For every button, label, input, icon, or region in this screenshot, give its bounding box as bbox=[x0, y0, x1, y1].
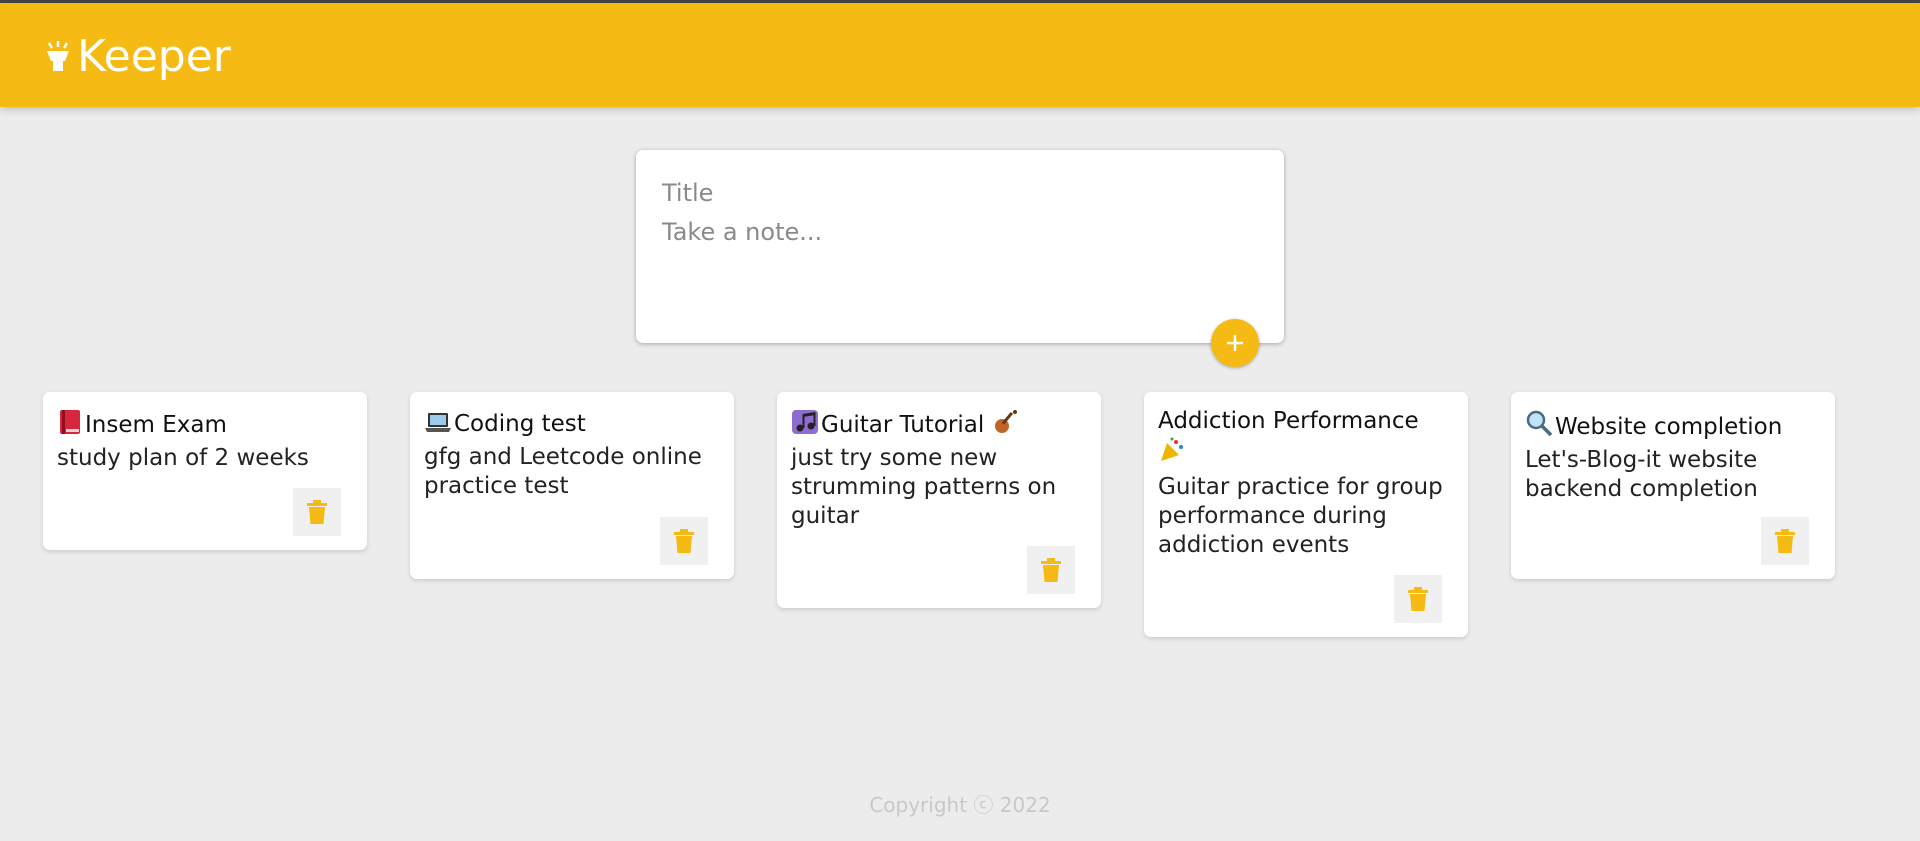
note-card: Insem Exam study plan of 2 weeks bbox=[43, 392, 367, 550]
delete-note-button[interactable] bbox=[660, 517, 708, 565]
trash-icon bbox=[307, 500, 327, 524]
trash-icon bbox=[674, 529, 694, 553]
footer-copyright: Copyright ⓒ 2022 bbox=[869, 793, 1051, 817]
note-content-input[interactable] bbox=[662, 218, 1252, 318]
note-card: Website completion Let's-Blog-it website… bbox=[1511, 392, 1835, 579]
party-popper-icon bbox=[1161, 437, 1183, 461]
trash-icon bbox=[1775, 529, 1795, 553]
note-card: Addiction Performance Guitar practice fo… bbox=[1144, 392, 1468, 637]
music-icon bbox=[792, 410, 818, 434]
delete-note-button[interactable] bbox=[1394, 575, 1442, 623]
add-note-button[interactable] bbox=[1211, 319, 1259, 367]
note-content: Guitar practice for group performance du… bbox=[1158, 474, 1443, 558]
note-title-input[interactable] bbox=[662, 176, 1252, 210]
note-title: Addiction Performance bbox=[1158, 392, 1454, 469]
book-icon bbox=[60, 410, 80, 434]
magnifier-icon bbox=[1526, 410, 1553, 437]
note-title: Website completion bbox=[1525, 392, 1821, 442]
note-content: just try some new strumming patterns on … bbox=[791, 445, 1057, 529]
plus-icon bbox=[1227, 335, 1243, 351]
note-title: Insem Exam bbox=[57, 392, 353, 440]
delete-note-button[interactable] bbox=[1027, 546, 1075, 594]
app-title: Keeper bbox=[77, 31, 231, 82]
note-title: Guitar Tutorial bbox=[791, 392, 1087, 440]
note-content: Let's-Blog-it website backend completion bbox=[1525, 447, 1758, 502]
note-title: Coding test bbox=[424, 392, 720, 439]
violin-icon bbox=[994, 410, 1017, 433]
app-header: Keeper bbox=[0, 3, 1920, 107]
lightbulb-icon bbox=[47, 41, 69, 71]
laptop-icon bbox=[425, 413, 451, 432]
note-card: Guitar Tutorial just try some new strumm… bbox=[777, 392, 1101, 608]
trash-icon bbox=[1041, 558, 1061, 582]
create-note-form bbox=[636, 150, 1284, 343]
delete-note-button[interactable] bbox=[1761, 517, 1809, 565]
note-content: study plan of 2 weeks bbox=[57, 445, 309, 471]
note-card: Coding test gfg and Leetcode online prac… bbox=[410, 392, 734, 579]
delete-note-button[interactable] bbox=[293, 488, 341, 536]
trash-icon bbox=[1408, 587, 1428, 611]
note-content: gfg and Leetcode online practice test bbox=[424, 444, 702, 499]
